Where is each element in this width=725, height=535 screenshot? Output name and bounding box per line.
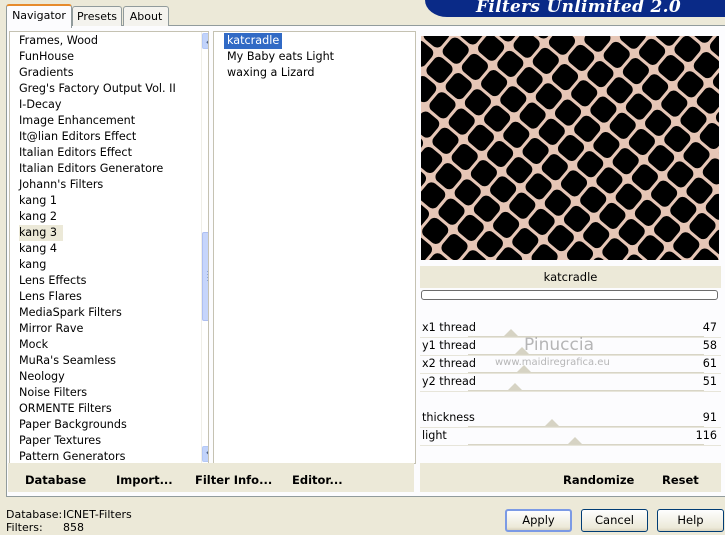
scroll-up-button[interactable] bbox=[202, 33, 208, 49]
slider-divider bbox=[420, 373, 721, 374]
tab-presets[interactable]: Presets bbox=[72, 6, 122, 26]
status-database-label: Database: bbox=[6, 508, 63, 521]
category-item[interactable]: Lens Effects bbox=[19, 273, 86, 289]
category-item[interactable]: Noise Filters bbox=[19, 385, 87, 401]
slider-label: y1 thread bbox=[422, 339, 476, 352]
category-item[interactable]: MediaSpark Filters bbox=[19, 305, 122, 321]
watermark-site: www.maidiregrafica.eu bbox=[495, 357, 610, 368]
slider-knob[interactable] bbox=[508, 383, 523, 390]
slider-knob[interactable] bbox=[568, 437, 583, 444]
tab-navigator[interactable]: Navigator bbox=[6, 4, 72, 28]
category-item[interactable]: It@lian Editors Effect bbox=[19, 129, 136, 145]
category-item[interactable]: kang 1 bbox=[19, 193, 57, 209]
chevron-up-icon bbox=[206, 40, 208, 44]
app-title: Filters Unlimited 2.0 bbox=[476, 0, 681, 17]
editor-button[interactable]: Editor... bbox=[292, 473, 343, 487]
category-item[interactable]: Greg's Factory Output Vol. II bbox=[19, 81, 176, 97]
category-item[interactable]: ORMENTE Filters bbox=[19, 401, 112, 417]
chevron-down-icon bbox=[206, 451, 208, 455]
import-button[interactable]: Import... bbox=[116, 473, 173, 487]
slider-label: x2 thread bbox=[422, 357, 476, 370]
category-item[interactable]: Paper Textures bbox=[19, 433, 101, 449]
category-item[interactable]: kang 4 bbox=[19, 241, 57, 257]
category-list[interactable]: Frames, Wood FunHouse Gradients Greg's Fact… bbox=[9, 31, 209, 464]
category-item[interactable]: Mirror Rave bbox=[19, 321, 83, 337]
category-scrollbar[interactable] bbox=[201, 32, 208, 463]
slider-value: 116 bbox=[695, 429, 717, 442]
slider-label: x1 thread bbox=[422, 321, 476, 334]
slider-divider bbox=[420, 391, 721, 392]
category-item[interactable]: Johann's Filters bbox=[19, 177, 103, 193]
category-item[interactable]: Lens Flares bbox=[19, 289, 82, 305]
slider-value: 91 bbox=[702, 411, 717, 424]
randomize-button[interactable]: Randomize bbox=[563, 473, 634, 487]
slider-label: thickness bbox=[422, 411, 475, 424]
param-slider[interactable]: y2 thread 51 bbox=[420, 374, 721, 392]
preview-image bbox=[421, 36, 719, 260]
slider-value: 61 bbox=[702, 357, 717, 370]
status-database-value: ICNET-Filters bbox=[63, 508, 132, 521]
reset-button[interactable]: Reset bbox=[662, 473, 699, 487]
preview-caption: katcradle bbox=[420, 266, 721, 288]
category-item[interactable]: Italian Editors Generatore bbox=[19, 161, 163, 177]
status-filters-value: 858 bbox=[63, 521, 84, 534]
database-button[interactable]: Database bbox=[25, 473, 86, 487]
filter-item[interactable]: katcradle bbox=[224, 33, 283, 49]
filter-item[interactable]: My Baby eats Light bbox=[224, 49, 337, 65]
watermark-name: Pinuccia bbox=[524, 335, 594, 355]
category-item[interactable]: Italian Editors Effect bbox=[19, 145, 132, 161]
category-item[interactable]: FunHouse bbox=[19, 49, 74, 65]
scroll-down-button[interactable] bbox=[202, 446, 208, 462]
filter-info-button[interactable]: Filter Info... bbox=[195, 473, 272, 487]
apply-button[interactable]: Apply bbox=[505, 509, 572, 532]
category-item[interactable]: Image Enhancement bbox=[19, 113, 135, 129]
category-item[interactable]: I-Decay bbox=[19, 97, 61, 113]
scroll-thumb[interactable] bbox=[202, 232, 208, 321]
category-item[interactable]: Frames, Wood bbox=[19, 33, 98, 49]
tab-about[interactable]: About bbox=[123, 6, 169, 26]
cancel-button[interactable]: Cancel bbox=[581, 509, 648, 532]
slider-value: 51 bbox=[702, 375, 717, 388]
slider-knob[interactable] bbox=[545, 419, 560, 426]
filter-list[interactable]: katcradle My Baby eats Light waxing a Liza… bbox=[213, 31, 416, 464]
param-slider[interactable]: thickness 91 bbox=[420, 410, 721, 428]
category-item[interactable]: kang 3 bbox=[19, 225, 64, 241]
category-item[interactable]: Paper Backgrounds bbox=[19, 417, 127, 433]
filter-item[interactable]: waxing a Lizard bbox=[224, 65, 317, 81]
slider-value: 47 bbox=[702, 321, 717, 334]
slider-label: y2 thread bbox=[422, 375, 476, 388]
slider-knob[interactable] bbox=[504, 329, 519, 336]
slider-divider bbox=[420, 355, 721, 356]
category-item[interactable]: Neology bbox=[19, 369, 65, 385]
category-item[interactable]: kang 2 bbox=[19, 209, 57, 225]
status-filters-label: Filters: bbox=[6, 521, 43, 534]
help-button[interactable]: Help bbox=[657, 509, 724, 532]
slider-value: 58 bbox=[702, 339, 717, 352]
progress-bar bbox=[421, 290, 718, 300]
slider-divider bbox=[420, 445, 721, 446]
category-item[interactable]: Pattern Generators bbox=[19, 449, 125, 463]
slider-label: light bbox=[422, 429, 447, 442]
slider-divider bbox=[420, 427, 721, 428]
category-item[interactable]: MuRa's Seamless bbox=[19, 353, 116, 369]
category-item[interactable]: Gradients bbox=[19, 65, 74, 81]
category-item[interactable]: kang bbox=[19, 257, 46, 273]
param-slider[interactable]: light 116 bbox=[420, 428, 721, 446]
category-item[interactable]: Mock bbox=[19, 337, 48, 353]
